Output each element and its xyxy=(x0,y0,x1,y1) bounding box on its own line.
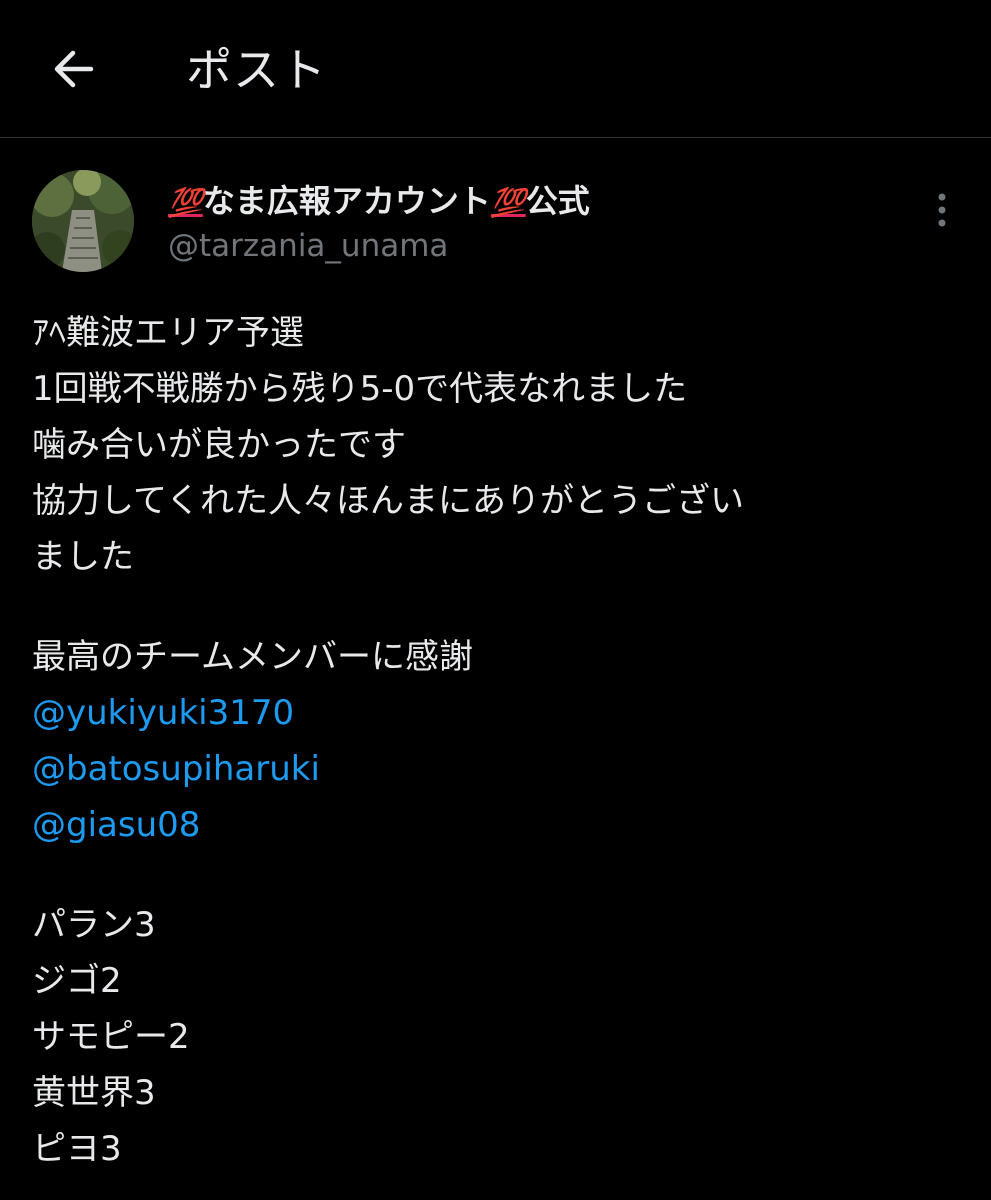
back-button[interactable] xyxy=(40,38,106,104)
post-text-line: ました xyxy=(32,537,134,577)
post-text-line: 1回戦不戦勝から残り5-0で代表なれました xyxy=(32,369,688,409)
post-text-line: ｱﾍ難波エリア予選 xyxy=(32,313,304,353)
pick-line: ジゴ2 xyxy=(32,961,122,1001)
mention-link[interactable]: @batosupiharuki xyxy=(32,741,967,797)
post-text-line: 噛み合いが良かったです xyxy=(32,425,406,465)
page-title: ポスト xyxy=(186,43,327,97)
more-vertical-icon xyxy=(937,192,947,232)
arrow-left-icon xyxy=(51,49,95,93)
thanks-line: 最高のチームメンバーに感謝 xyxy=(32,637,473,677)
more-options-button[interactable] xyxy=(920,188,964,236)
post-body: ｱﾍ難波エリア予選 1回戦不戦勝から残り5-0で代表なれました 噛み合いが良かっ… xyxy=(32,305,967,1177)
post-text-line: 協力してくれた人々ほんまにありがとうござい xyxy=(32,481,744,521)
pick-line: サモピー2 xyxy=(32,1017,190,1057)
hundred-points-icon: 💯 xyxy=(168,186,203,219)
author-name-text: なま広報アカウント xyxy=(202,182,491,220)
author-name[interactable]: 💯なま広報アカウント💯公式 xyxy=(168,180,590,224)
author-handle[interactable]: @tarzania_unama xyxy=(168,226,448,266)
hundred-points-icon: 💯 xyxy=(490,186,526,219)
mention-link[interactable]: @giasu08 xyxy=(32,797,967,853)
avatar[interactable] xyxy=(32,170,134,272)
pick-line: 黄世界3 xyxy=(32,1073,156,1113)
top-bar: ポスト xyxy=(0,0,991,138)
pick-line: パラン3 xyxy=(32,905,156,945)
pick-line: ピヨ3 xyxy=(32,1129,122,1169)
avatar-image xyxy=(32,170,134,272)
author-name-suffix: 公式 xyxy=(525,182,590,220)
mention-link[interactable]: @yukiyuki3170 xyxy=(32,685,967,741)
